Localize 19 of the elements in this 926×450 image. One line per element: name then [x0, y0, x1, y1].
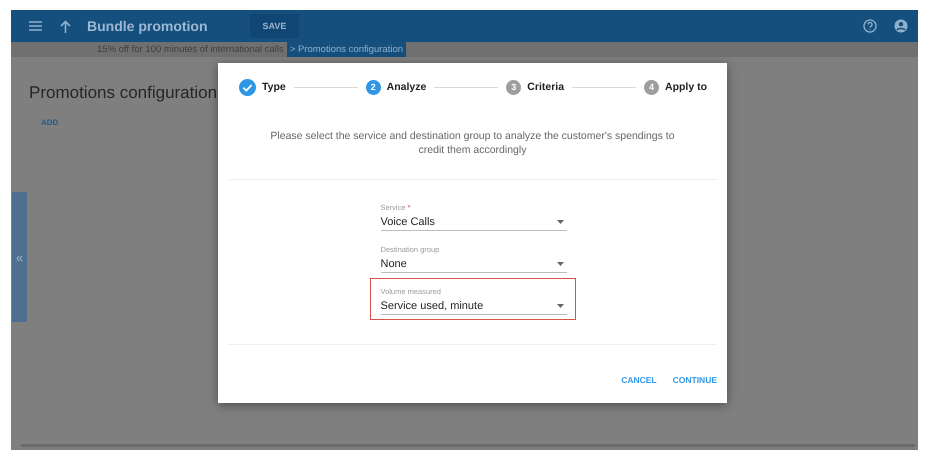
dropdown-caret-icon: [556, 220, 564, 224]
step-label[interactable]: Analyze: [386, 81, 426, 93]
breadcrumb[interactable]: > Promotions configuration: [286, 42, 406, 57]
dropdown-caret-icon: [556, 262, 564, 266]
step-label[interactable]: Apply to: [665, 81, 707, 93]
step-label[interactable]: Criteria: [527, 81, 564, 93]
step-number: 4: [644, 80, 659, 94]
step-number: 3: [506, 80, 522, 94]
up-arrow-icon[interactable]: [60, 20, 71, 32]
help-icon[interactable]: [863, 19, 877, 33]
dropdown-caret-icon: [556, 304, 564, 308]
step-label[interactable]: Type: [262, 81, 286, 93]
page-title: Bundle promotion: [87, 18, 208, 34]
account-icon[interactable]: [894, 19, 908, 33]
save-button[interactable]: SAVE: [250, 14, 300, 38]
step-number: 2: [366, 80, 381, 94]
menu-icon[interactable]: [29, 21, 42, 31]
instruction-text: Please select the service and destination group to analyze the customer's spendings to credit them accordingly: [269, 129, 676, 157]
page-heading: Promotions configuration: [29, 83, 218, 103]
